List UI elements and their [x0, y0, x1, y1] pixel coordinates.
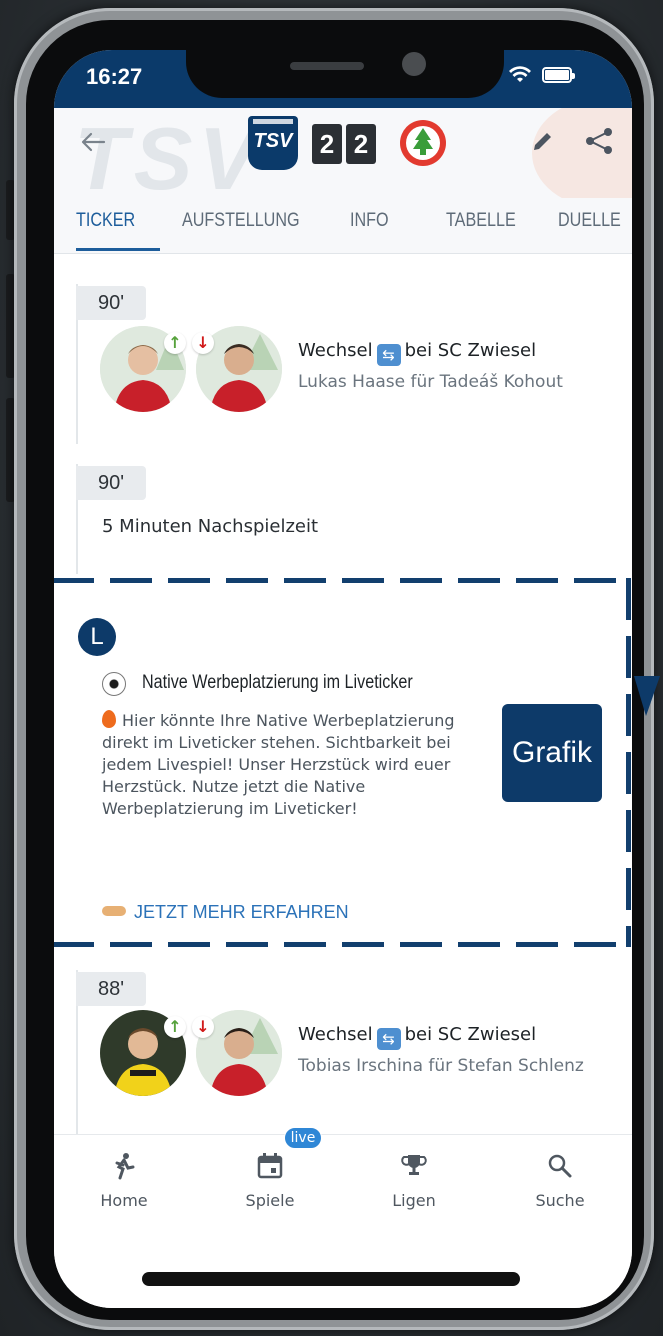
ad-border-top: [54, 578, 632, 583]
event-title: Wechsel ⇆ bei SC Zwiesel: [298, 340, 536, 366]
away-score: 2: [346, 124, 376, 164]
match-tabs: TICKER AUFSTELLUNG INFO TABELLE DUELLE: [54, 198, 632, 254]
tab-duelle[interactable]: DUELLE: [558, 210, 621, 232]
status-time: 16:27: [86, 64, 143, 89]
nav-ligen-label: Ligen: [392, 1191, 436, 1210]
minute-badge: 88': [76, 972, 146, 1006]
speaker: [290, 62, 364, 70]
away-team-logo[interactable]: [398, 118, 448, 168]
trophy-icon: [401, 1155, 427, 1175]
active-tab-indicator: [76, 248, 160, 251]
edit-pencil-icon[interactable]: [528, 126, 558, 156]
search-icon: [548, 1154, 572, 1178]
home-team-logo-text: TSV: [253, 130, 293, 152]
substitution-in-icon: ↑: [164, 1016, 186, 1038]
soccer-ball-icon: [102, 672, 126, 696]
ad-cta-link[interactable]: JETZT MEHR ERFAHREN: [102, 902, 349, 923]
tab-tabelle[interactable]: TABELLE: [446, 210, 516, 232]
home-score: 2: [312, 124, 342, 164]
ad-pointer-arrow: [634, 676, 660, 716]
substitution-in-icon: ↑: [164, 332, 186, 354]
event-title-suffix: bei SC Zwiesel: [404, 1024, 537, 1045]
back-arrow-icon[interactable]: [74, 122, 114, 162]
nav-suche[interactable]: Suche: [510, 1151, 610, 1210]
home-indicator[interactable]: [142, 1272, 520, 1286]
ad-cta-label: JETZT MEHR ERFAHREN: [134, 902, 349, 922]
nav-spiele[interactable]: Spiele: [220, 1151, 320, 1210]
nav-spiele-label: Spiele: [245, 1191, 295, 1210]
event-title-suffix: bei SC Zwiesel: [404, 340, 537, 361]
nav-home[interactable]: Home: [74, 1151, 174, 1210]
ticker-feed: 90' ↑ ↓ Wechsel ⇆ bei SC Zwiesel Lukas H…: [54, 254, 632, 1134]
ad-title: Native Werbeplatzierung im Liveticker: [142, 672, 413, 693]
notch: [186, 50, 504, 98]
ad-body: Hier könnte Ihre Native Werbeplatzierung…: [102, 710, 482, 820]
event-detail: Tobias Irschina für Stefan Schlenz: [298, 1056, 584, 1076]
front-camera: [402, 52, 426, 76]
phone-screen: 16:27 TSV TSV 2 2 TICKER AUFSTELLUNG INF…: [54, 50, 632, 1308]
event-title-prefix: Wechsel: [298, 1024, 373, 1045]
event-detail: Lukas Haase für Tadeáš Kohout: [298, 372, 563, 392]
substitution-out-icon: ↓: [192, 1016, 214, 1038]
tab-aufstellung[interactable]: AUFSTELLUNG: [182, 210, 300, 232]
native-ad-placement: L Native Werbeplatzierung im Liveticker …: [54, 578, 632, 948]
battery-icon: [542, 67, 575, 83]
nav-ligen[interactable]: Ligen: [364, 1151, 464, 1210]
substitution-out-icon: ↓: [192, 332, 214, 354]
header-decoration: [532, 108, 632, 208]
soccer-player-icon: [115, 1153, 135, 1180]
live-badge: live: [284, 1127, 322, 1149]
event-title-prefix: Wechsel: [298, 340, 373, 361]
tab-info[interactable]: INFO: [350, 210, 389, 232]
nav-home-label: Home: [100, 1191, 148, 1210]
home-team-logo[interactable]: TSV: [248, 116, 298, 170]
ad-graphic-placeholder[interactable]: Grafik: [502, 704, 602, 802]
event-text: 5 Minuten Nachspielzeit: [102, 516, 319, 537]
ad-position-marker: L: [78, 618, 116, 656]
ad-body-text: Hier könnte Ihre Native Werbeplatzierung…: [102, 711, 455, 818]
event-title: Wechsel ⇆ bei SC Zwiesel: [298, 1024, 536, 1050]
fire-icon: [102, 710, 116, 728]
wifi-icon: [509, 66, 531, 82]
minute-badge: 90': [76, 466, 146, 500]
minute-badge: 90': [76, 286, 146, 320]
calendar-icon: [257, 1153, 283, 1179]
match-header: TSV TSV 2 2 TICKER AUFSTELLUNG INFO TABE…: [54, 108, 632, 254]
ad-border-right: [626, 578, 631, 947]
nav-suche-label: Suche: [535, 1191, 585, 1210]
share-icon[interactable]: [582, 124, 616, 158]
tab-ticker[interactable]: TICKER: [76, 210, 135, 232]
substitution-swap-icon: ⇆: [376, 1028, 401, 1050]
ad-border-bottom: [54, 942, 632, 947]
substitution-swap-icon: ⇆: [376, 344, 401, 366]
pointing-hand-icon: [102, 906, 126, 916]
